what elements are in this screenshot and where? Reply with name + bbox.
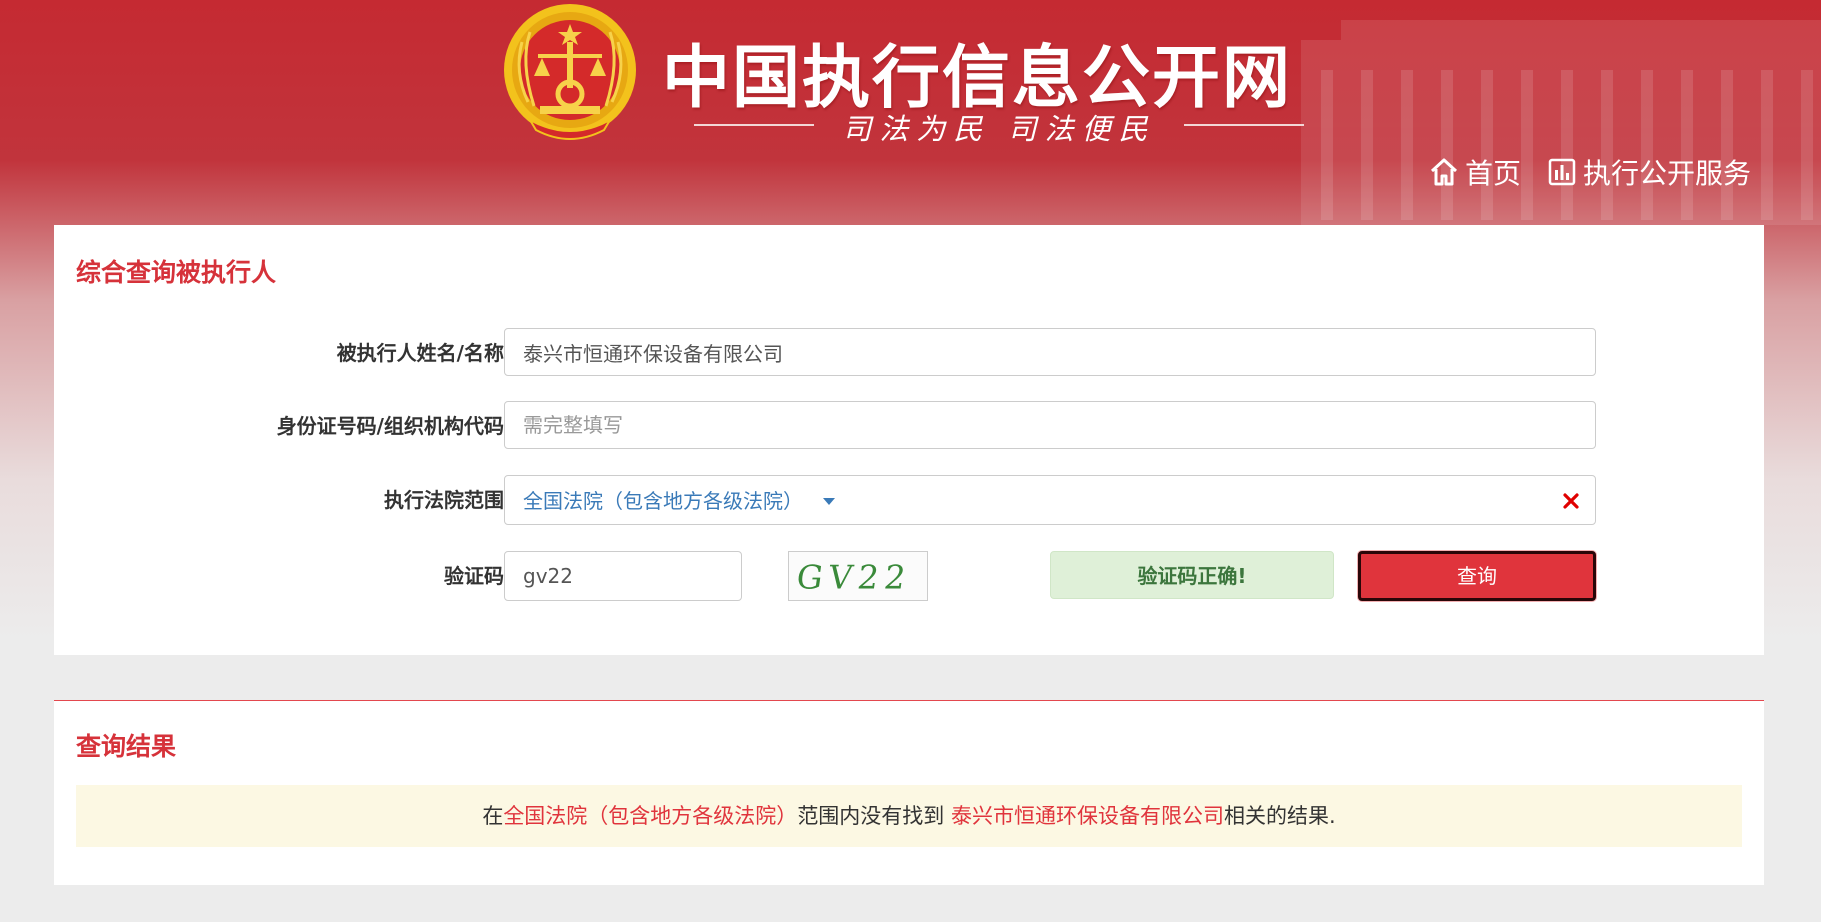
results-message-name: 泰兴市恒通环保设备有限公司: [951, 804, 1224, 828]
nav-execution-services-link[interactable]: 执行公开服务: [1547, 152, 1751, 192]
results-message-middle: 范围内没有找到: [797, 804, 951, 828]
results-title: 查询结果: [76, 732, 177, 761]
results-message-court: 全国法院（包含地方各级法院）: [503, 804, 798, 828]
slogan-divider-left: [694, 124, 814, 126]
slogan-row: 司法为民 司法便民: [694, 106, 1304, 146]
nav-home-label: 首页: [1464, 157, 1521, 190]
site-slogan: 司法为民 司法便民: [842, 112, 1156, 146]
query-panel-title: 综合查询被执行人: [76, 258, 277, 287]
court-emblem-logo: [504, 4, 636, 140]
id-code-input[interactable]: [504, 401, 1596, 449]
nav-execution-services-label: 执行公开服务: [1582, 157, 1751, 190]
home-icon: [1430, 158, 1457, 186]
query-panel: 综合查询被执行人 被执行人姓名/名称: 身份证号码/组织机构代码: 执行法院范围…: [54, 225, 1764, 655]
nav-home-link[interactable]: 首页: [1429, 152, 1521, 192]
results-message-prefix: 在: [482, 804, 504, 828]
id-code-field-label: 身份证号码/组织机构代码:: [276, 414, 512, 438]
court-scope-field-label: 执行法院范围:: [384, 488, 512, 512]
results-message-suffix: 相关的结果.: [1224, 804, 1336, 828]
name-field-label: 被执行人姓名/名称:: [336, 341, 512, 365]
court-scope-selected-value: 全国法院（包含地方各级法院）: [523, 489, 803, 513]
slogan-divider-right: [1184, 124, 1304, 126]
results-panel: 查询结果 在全国法院（包含地方各级法院）范围内没有找到 泰兴市恒通环保设备有限公…: [54, 700, 1764, 885]
site-header: 中国执行信息公开网 司法为民 司法便民 首页 执行公开服务: [0, 0, 1821, 225]
captcha-field-label: 验证码:: [444, 564, 512, 588]
top-navigation: 首页 执行公开服务: [1429, 152, 1751, 192]
chart-bar-icon: [1548, 158, 1576, 186]
captcha-status-message: 验证码正确!: [1050, 551, 1334, 599]
name-input[interactable]: [504, 328, 1596, 376]
clear-selection-icon[interactable]: [1559, 489, 1583, 513]
results-message: 在全国法院（包含地方各级法院）范围内没有找到 泰兴市恒通环保设备有限公司相关的结…: [76, 785, 1742, 847]
query-button[interactable]: 查询: [1358, 551, 1596, 601]
captcha-image[interactable]: GV22: [788, 551, 928, 601]
captcha-image-text: GV22: [794, 559, 914, 597]
chevron-down-icon: [823, 498, 835, 505]
court-scope-select[interactable]: 全国法院（包含地方各级法院）: [504, 475, 1596, 525]
captcha-input[interactable]: [504, 551, 742, 601]
